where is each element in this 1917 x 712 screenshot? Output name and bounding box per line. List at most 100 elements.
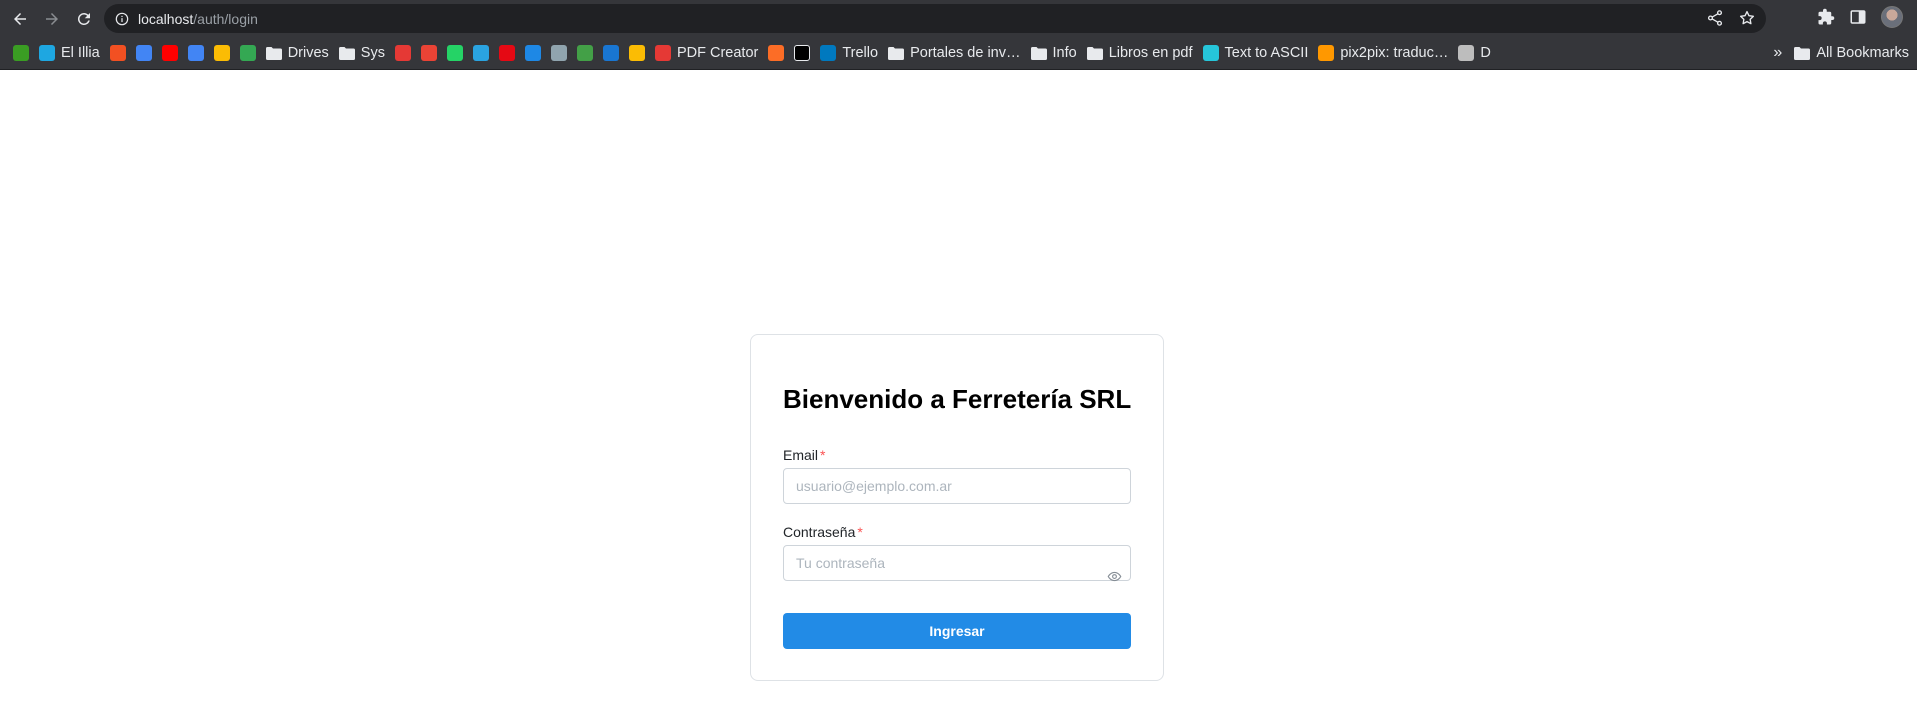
bookmark-item[interactable] xyxy=(183,41,209,65)
bookmark-item[interactable] xyxy=(416,41,442,65)
bookmark-item[interactable] xyxy=(624,41,650,65)
bookmark-label: PDF Creator xyxy=(676,45,759,61)
bookmark-item[interactable]: Info xyxy=(1026,41,1082,65)
password-field[interactable] xyxy=(783,545,1131,581)
image-icon xyxy=(628,45,645,61)
login-card: Bienvenido a Ferretería SRL Email* Contr… xyxy=(750,334,1164,681)
forward-button[interactable] xyxy=(38,5,66,33)
folder-icon xyxy=(265,46,282,60)
bookmark-item[interactable] xyxy=(763,41,789,65)
folder-icon xyxy=(1794,46,1811,60)
site-info-icon[interactable] xyxy=(114,11,130,27)
gitlab-icon xyxy=(768,45,785,61)
bookmark-item[interactable] xyxy=(131,41,157,65)
bookmark-item[interactable]: D xyxy=(1453,41,1495,65)
back-button[interactable] xyxy=(6,5,34,33)
photos-icon xyxy=(213,45,230,61)
bookmark-star-icon[interactable] xyxy=(1738,9,1756,27)
address-bar[interactable]: localhost/auth/login xyxy=(104,4,1766,33)
bookmark-label: Drives xyxy=(287,45,329,61)
bookmark-label: Sys xyxy=(360,45,385,61)
bookmark-item[interactable] xyxy=(546,41,572,65)
pdf-icon xyxy=(654,45,671,61)
reload-icon xyxy=(77,12,90,25)
bookmark-item[interactable]: Drives xyxy=(261,41,334,65)
bookmarks-overflow: » All Bookmarks xyxy=(1773,41,1909,65)
illia-icon xyxy=(39,45,55,61)
url-text: localhost/auth/login xyxy=(138,11,258,27)
email-label: Email * xyxy=(783,447,825,463)
reload-button[interactable] xyxy=(70,5,98,33)
all-bookmarks-button[interactable]: All Bookmarks xyxy=(1794,41,1909,65)
app-icon xyxy=(550,45,567,61)
sheet-icon xyxy=(576,45,593,61)
bookmark-item[interactable] xyxy=(598,41,624,65)
trello-icon xyxy=(820,45,837,61)
bookmark-item[interactable] xyxy=(8,41,34,65)
bookmark-label: Text to ASCII xyxy=(1224,45,1309,61)
extensions-icon[interactable] xyxy=(1817,8,1835,26)
telegram-icon xyxy=(472,45,489,61)
bookmark-item[interactable]: Sys xyxy=(334,41,390,65)
microsoft-icon xyxy=(109,45,126,61)
page-content: Bienvenido a Ferretería SRL Email* Contr… xyxy=(0,71,1917,712)
play-icon xyxy=(524,45,541,61)
side-panel-icon[interactable] xyxy=(1849,8,1867,26)
login-title: Bienvenido a Ferretería SRL xyxy=(783,384,1132,414)
globe-icon xyxy=(1458,45,1475,61)
youtube-icon xyxy=(161,45,178,61)
bookmark-item[interactable]: El Illia xyxy=(34,41,105,65)
bookmark-item[interactable] xyxy=(520,41,546,65)
bookmark-item[interactable]: Text to ASCII xyxy=(1198,41,1314,65)
x-icon xyxy=(794,45,811,61)
bookmark-label: Info xyxy=(1052,45,1077,61)
bookmark-item[interactable] xyxy=(390,41,416,65)
eye-icon[interactable] xyxy=(1105,567,1123,585)
bookmark-label: pix2pix: traduc… xyxy=(1340,45,1449,61)
star-icon xyxy=(394,45,411,61)
bookmark-item[interactable] xyxy=(468,41,494,65)
translate-icon xyxy=(187,45,204,61)
doc-icon xyxy=(602,45,619,61)
folder-icon xyxy=(338,46,355,60)
email-label-text: Email xyxy=(783,447,819,463)
bookmark-item[interactable] xyxy=(235,41,261,65)
bookmark-item[interactable] xyxy=(209,41,235,65)
url-host: localhost xyxy=(138,10,194,27)
calendar-icon xyxy=(135,45,152,61)
drive-icon xyxy=(239,45,256,61)
all-bookmarks-label: All Bookmarks xyxy=(1816,45,1909,61)
bookmark-label: Libros en pdf xyxy=(1108,45,1193,61)
ascii-icon xyxy=(1202,45,1219,61)
bookmark-item[interactable] xyxy=(789,41,815,65)
login-submit-button[interactable]: Ingresar xyxy=(783,613,1131,649)
gmail-icon xyxy=(420,45,437,61)
required-mark: * xyxy=(820,447,826,463)
password-label: Contraseña * xyxy=(783,524,863,540)
bookmark-item[interactable]: pix2pix: traduc… xyxy=(1313,41,1453,65)
whatsapp-icon xyxy=(446,45,463,61)
bookmark-label: Trello xyxy=(842,45,879,61)
email-field[interactable] xyxy=(783,468,1131,504)
bookmark-item[interactable] xyxy=(105,41,131,65)
bookmark-item[interactable]: Trello xyxy=(815,41,883,65)
eiw-icon xyxy=(13,45,29,61)
bookmark-item[interactable]: PDF Creator xyxy=(650,41,763,65)
browser-toolbar: localhost/auth/login xyxy=(0,0,1917,37)
arrow-right-icon xyxy=(46,12,58,25)
bookmark-label: D xyxy=(1480,45,1491,61)
share-icon[interactable] xyxy=(1706,9,1724,27)
bookmark-item[interactable]: Libros en pdf xyxy=(1082,41,1198,65)
bookmarks-bar: El Illia Drives Sys PDF Creator Trello Portal… xyxy=(0,37,1917,70)
chevron-more-icon[interactable]: » xyxy=(1773,44,1782,62)
folder-icon xyxy=(888,46,905,60)
profile-avatar[interactable] xyxy=(1881,6,1903,28)
bookmark-item[interactable] xyxy=(572,41,598,65)
bookmark-item[interactable] xyxy=(494,41,520,65)
bookmark-item[interactable] xyxy=(442,41,468,65)
required-mark: * xyxy=(857,524,863,540)
password-label-text: Contraseña xyxy=(783,524,856,540)
netflix-icon xyxy=(498,45,515,61)
bookmark-item[interactable]: Portales de inv… xyxy=(883,41,1025,65)
bookmark-item[interactable] xyxy=(157,41,183,65)
